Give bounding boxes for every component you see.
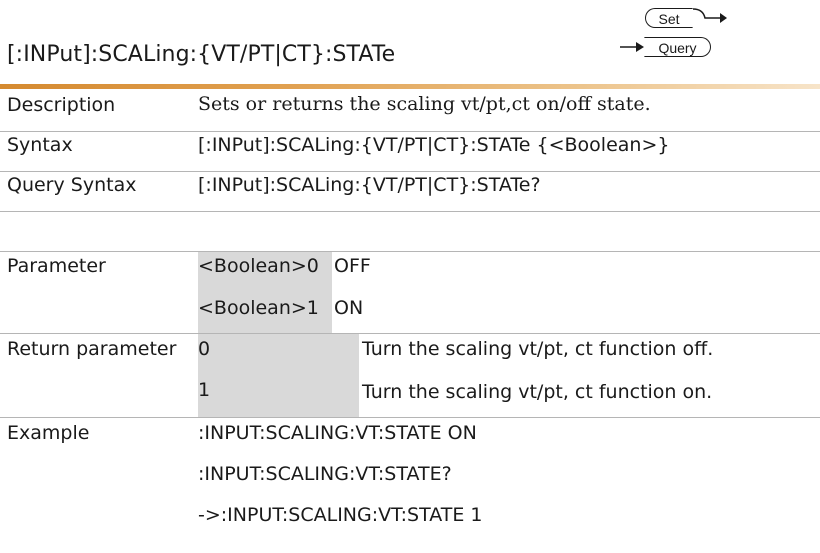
return-parameter-name: 1 xyxy=(198,379,211,401)
return-parameter-value: Turn the scaling vt/pt, ct function on. xyxy=(362,381,713,403)
example-line: :INPUT:SCALING:VT:STATE ON xyxy=(198,422,477,444)
example-line: :INPUT:SCALING:VT:STATE? xyxy=(198,463,452,485)
query-indicator: Query xyxy=(620,37,711,57)
arrow-right-icon xyxy=(620,37,644,57)
syntax-label: Syntax xyxy=(7,134,73,156)
row-divider xyxy=(0,417,820,418)
query-syntax-label: Query Syntax xyxy=(7,174,137,196)
parameter-name: <Boolean>1 xyxy=(198,297,319,319)
command-title: [:INPut]:SCALing:{VT/PT|CT}:STATe xyxy=(7,42,396,67)
query-syntax-text: [:INPut]:SCALing:{VT/PT|CT}:STATe? xyxy=(198,174,541,196)
arrow-right-icon xyxy=(693,8,727,28)
row-divider xyxy=(0,333,820,334)
set-indicator: Set xyxy=(645,8,727,28)
description-label: Description xyxy=(7,94,116,116)
row-divider xyxy=(0,171,820,172)
parameter-name: <Boolean>0 xyxy=(198,255,319,277)
parameter-label: Parameter xyxy=(7,255,106,277)
set-badge: Set xyxy=(645,8,693,28)
return-parameter-shade xyxy=(198,334,359,417)
syntax-text: [:INPut]:SCALing:{VT/PT|CT}:STATe {<Bool… xyxy=(198,134,670,156)
description-text: Sets or returns the scaling vt/pt,ct on/… xyxy=(198,93,651,115)
row-divider xyxy=(0,131,820,132)
example-label: Example xyxy=(7,422,90,444)
return-parameter-value: Turn the scaling vt/pt, ct function off. xyxy=(362,338,714,360)
row-divider xyxy=(0,251,820,252)
parameter-value: OFF xyxy=(334,255,371,277)
return-parameter-label: Return parameter xyxy=(7,338,177,360)
example-line: ->:INPUT:SCALING:VT:STATE 1 xyxy=(198,504,483,526)
parameter-value: ON xyxy=(334,297,364,319)
return-parameter-name: 0 xyxy=(198,338,211,360)
header-rule xyxy=(0,84,820,89)
row-divider xyxy=(0,211,820,212)
query-badge: Query xyxy=(644,37,711,57)
